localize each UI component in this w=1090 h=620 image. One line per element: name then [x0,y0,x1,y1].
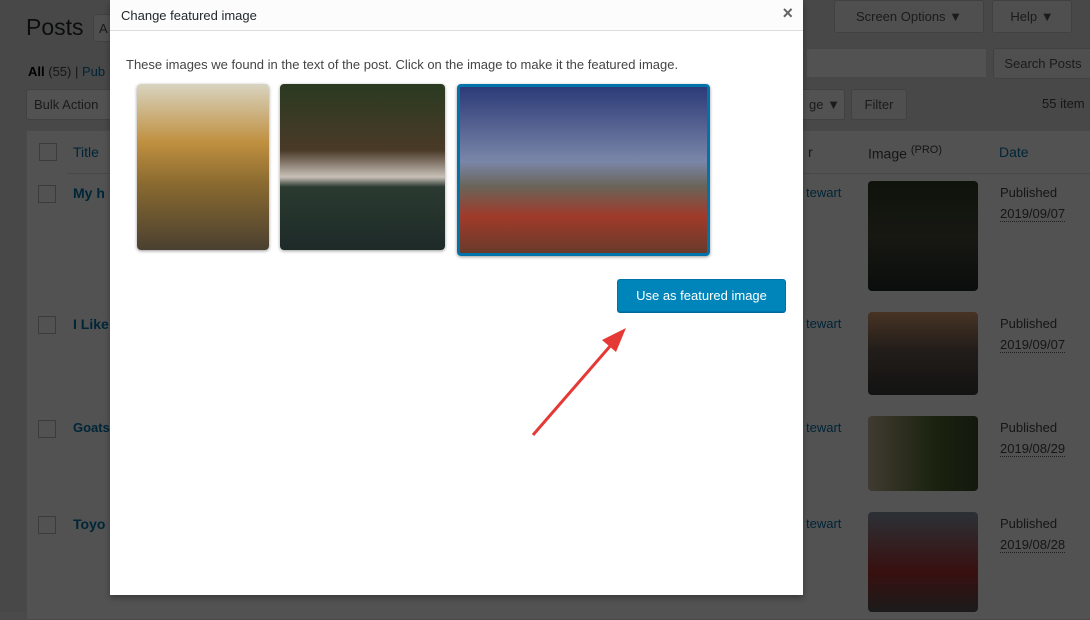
post-title[interactable]: I Like [73,316,109,332]
items-count: 55 item [1042,96,1085,111]
image-option-stone-house-selected[interactable] [457,84,710,256]
arrow-shaft [531,336,620,436]
post-date: 2019/09/07 [1000,337,1066,353]
filter-all-count: (55) [48,64,72,79]
post-status: Published [1000,420,1058,435]
image-option-abandoned-house[interactable] [137,84,269,250]
row-checkbox[interactable] [38,420,56,438]
arrow-head-icon [602,328,626,352]
row-checkbox[interactable] [38,185,56,203]
post-title[interactable]: My h [73,185,105,201]
select-all-checkbox[interactable] [39,143,57,161]
add-new-label: A [99,20,108,36]
status-filters: All (55) | Pub [28,64,105,79]
post-status: Published [1000,516,1058,531]
post-status: Published [1000,185,1058,200]
post-thumbnail [868,512,978,612]
page-title: Posts [26,14,84,40]
change-featured-image-dialog: Change featured image × These images we … [110,0,803,595]
post-thumbnail [868,181,978,291]
annotation-arrow [531,328,626,436]
post-author[interactable]: tewart [806,316,841,331]
filter-separator: | [75,64,79,79]
dialog-description: These images we found in the text of the… [126,57,679,72]
filter-button[interactable]: Filter [851,89,907,120]
post-author[interactable]: tewart [806,185,841,200]
help-button[interactable]: Help ▼ [992,0,1072,33]
row-checkbox[interactable] [38,516,56,534]
post-thumbnail [868,416,978,491]
dialog-title: Change featured image [121,8,257,23]
post-author[interactable]: tewart [806,516,841,531]
column-author: r [808,144,813,160]
column-title[interactable]: Title [73,144,99,160]
use-as-featured-image-button[interactable]: Use as featured image [617,279,786,312]
filter-all[interactable]: All [28,64,45,79]
image-option-lakeside-house[interactable] [280,84,445,250]
search-posts-button[interactable]: Search Posts [993,48,1090,79]
image-filter-label: ge ▼ [809,97,840,112]
post-thumbnail [868,312,978,395]
row-checkbox[interactable] [38,316,56,334]
post-status: Published [1000,316,1058,331]
post-title[interactable]: Goats [73,420,110,435]
post-date: 2019/08/29 [1000,441,1066,457]
column-date[interactable]: Date [999,144,1029,160]
filter-published[interactable]: Pub [82,64,105,79]
column-image: Image (PRO) [868,144,942,162]
screen-options-button[interactable]: Screen Options ▼ [834,0,984,33]
post-date: 2019/08/28 [1000,537,1066,553]
post-title[interactable]: Toyo [73,516,105,532]
dialog-header: Change featured image [110,0,803,31]
post-date: 2019/09/07 [1000,206,1066,222]
bulk-actions-label: Bulk Action [34,97,99,112]
search-input[interactable] [806,48,987,78]
post-author[interactable]: tewart [806,420,841,435]
close-icon[interactable]: × [782,3,793,24]
